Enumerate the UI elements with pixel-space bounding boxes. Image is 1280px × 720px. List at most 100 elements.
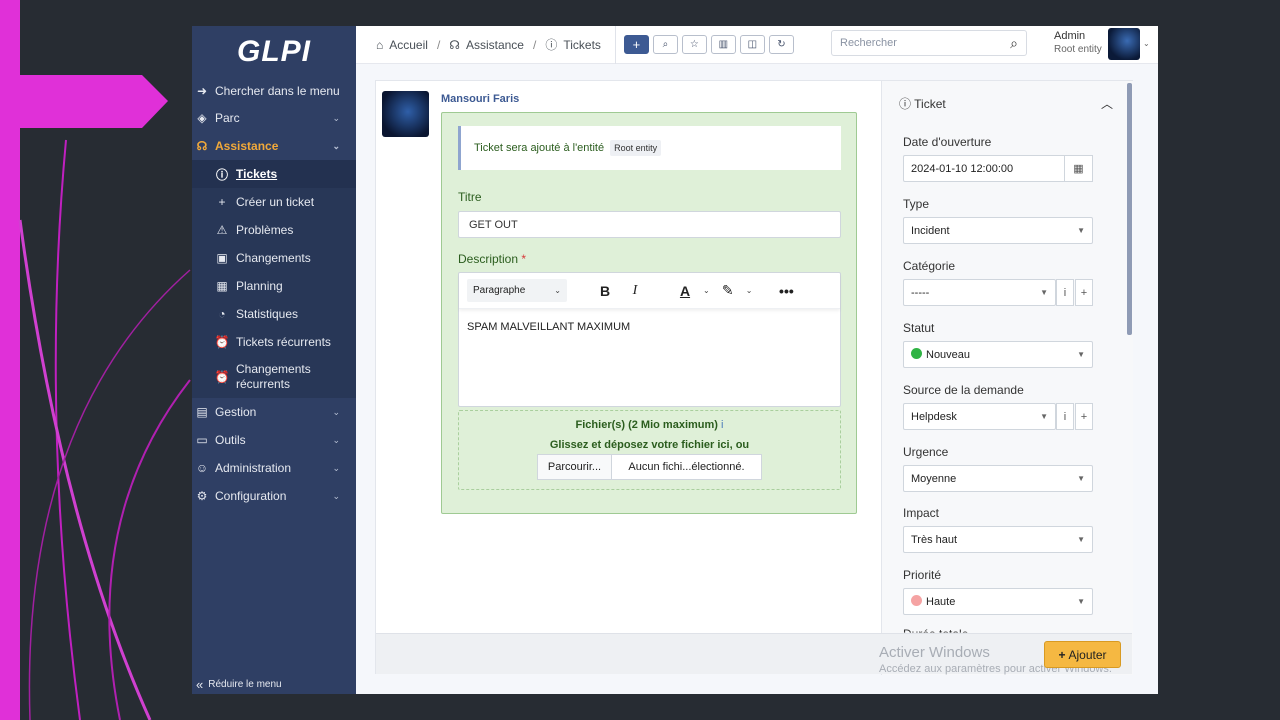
sidebar-item-label: Assistance bbox=[215, 139, 279, 153]
file-dropzone[interactable]: Fichier(s) (2 Mio maximum) i Glissez et … bbox=[458, 410, 841, 490]
chevron-down-icon[interactable]: ⌄ bbox=[1143, 39, 1150, 48]
user-name: Admin bbox=[1054, 30, 1086, 42]
priority-dot-icon bbox=[911, 595, 922, 606]
collapse-menu-button[interactable]: « Réduire le menu bbox=[196, 677, 282, 692]
calendar-icon: ▦ bbox=[216, 279, 228, 293]
sidebar-item-recurrent-changes[interactable]: ⏰ Changements récurrents bbox=[192, 356, 356, 398]
chevron-down-icon[interactable]: ⌄ bbox=[703, 286, 710, 295]
sidebar-item-label: Gestion bbox=[215, 405, 257, 419]
caret-down-icon: ▼ bbox=[1077, 535, 1085, 544]
avatar bbox=[382, 91, 429, 137]
browse-button[interactable]: Parcourir... bbox=[538, 455, 612, 479]
sidebar-item-statistics[interactable]: ◔ Statistiques bbox=[192, 300, 356, 328]
section-title: Ticket bbox=[914, 97, 946, 111]
scrollbar[interactable] bbox=[1127, 83, 1132, 335]
columns-button[interactable]: ◫ bbox=[739, 35, 765, 54]
search-menu[interactable]: ➜ Chercher dans le menu bbox=[192, 78, 356, 104]
editor-toolbar: Paragraphe ⌄ B I A ⌄ ✎ ⌄ ••• bbox=[459, 273, 840, 309]
title-field[interactable]: GET OUT bbox=[458, 211, 841, 238]
bold-icon[interactable]: B bbox=[593, 283, 617, 299]
date-label: Date d'ouverture bbox=[903, 135, 992, 149]
breadcrumb-assistance[interactable]: Assistance bbox=[466, 38, 524, 52]
calendar-icon[interactable]: ▦ bbox=[1064, 155, 1093, 182]
text-color-icon[interactable]: A bbox=[673, 283, 697, 299]
glpi-logo[interactable]: GLPI bbox=[192, 26, 356, 78]
ticket-form: Mansouri Faris Ticket sera ajouté à l'en… bbox=[375, 80, 1133, 675]
alarm-icon: ⏰ bbox=[214, 335, 230, 349]
sidebar-item-recurrent-tickets[interactable]: ⏰ Tickets récurrents bbox=[192, 328, 356, 356]
breadcrumb-separator: / bbox=[436, 37, 441, 52]
star-button[interactable]: ☆ bbox=[681, 35, 707, 54]
arrow-right-icon: ➜ bbox=[196, 84, 208, 98]
priority-select[interactable]: Haute ▼ bbox=[903, 588, 1093, 615]
status-label: Statut bbox=[903, 321, 935, 335]
search-input[interactable]: Rechercher ⌕ bbox=[831, 30, 1027, 56]
user-menu[interactable]: Admin Root entity bbox=[1054, 30, 1102, 56]
wallet-icon: ▤ bbox=[196, 405, 208, 419]
pie-chart-icon: ◔ bbox=[218, 307, 226, 321]
briefcase-icon: ▭ bbox=[196, 433, 208, 447]
caret-down-icon: ▼ bbox=[1077, 226, 1085, 235]
topbar: ⌂ Accueil / ☊ Assistance / ⓘ Tickets + ⌕… bbox=[356, 26, 1158, 64]
sidebar-item-changes[interactable]: ▣ Changements bbox=[192, 244, 356, 272]
ticket-card: Ticket sera ajouté à l'entité Root entit… bbox=[441, 112, 857, 514]
sidebar-item-parc[interactable]: ◈ Parc ⌄ bbox=[192, 104, 356, 132]
italic-icon[interactable]: I bbox=[623, 283, 647, 299]
sidebar-item-planning[interactable]: ▦ Planning bbox=[192, 272, 356, 300]
paragraph-select[interactable]: Paragraphe ⌄ bbox=[467, 279, 567, 302]
caret-down-icon: ▼ bbox=[1040, 288, 1048, 297]
impact-select[interactable]: Très haut ▼ bbox=[903, 526, 1093, 553]
more-icon[interactable]: ••• bbox=[774, 283, 798, 299]
priority-label: Priorité bbox=[903, 568, 942, 582]
file-input[interactable]: Parcourir... Aucun fichi...électionné. bbox=[537, 454, 762, 480]
description-text[interactable]: SPAM MALVEILLANT MAXIMUM bbox=[459, 309, 840, 345]
sidebar-item-gestion[interactable]: ▤ Gestion ⌄ bbox=[192, 398, 356, 426]
sidebar-item-assistance[interactable]: ☊ Assistance ⌄ bbox=[192, 132, 356, 160]
date-value: 2024-01-10 12:00:00 bbox=[911, 162, 1014, 175]
category-label: Catégorie bbox=[903, 259, 956, 273]
source-select[interactable]: Helpdesk ▼ bbox=[903, 403, 1056, 430]
breadcrumb-home[interactable]: Accueil bbox=[389, 38, 428, 52]
chevron-up-icon[interactable]: ︿ bbox=[1101, 95, 1113, 112]
type-select[interactable]: Incident ▼ bbox=[903, 217, 1093, 244]
chevron-down-icon[interactable]: ⌄ bbox=[746, 286, 753, 295]
urgency-select[interactable]: Moyenne ▼ bbox=[903, 465, 1093, 492]
breadcrumb-tickets[interactable]: Tickets bbox=[563, 38, 601, 52]
avatar[interactable] bbox=[1108, 28, 1140, 60]
status-select[interactable]: Nouveau ▼ bbox=[903, 341, 1093, 368]
priority-value: Haute bbox=[926, 596, 956, 608]
add-ticket-button[interactable]: + Ajouter bbox=[1044, 641, 1121, 668]
search-button[interactable]: ⌕ bbox=[652, 35, 678, 54]
headset-icon: ☊ bbox=[449, 37, 460, 52]
category-select[interactable]: ----- ▼ bbox=[903, 279, 1056, 306]
highlighter-icon[interactable]: ✎ bbox=[716, 282, 740, 299]
plus-icon: + bbox=[218, 195, 226, 209]
info-icon[interactable]: i bbox=[1056, 403, 1074, 430]
exclamation-circle-icon: ⓘ bbox=[215, 167, 228, 182]
search-icon: ⌕ bbox=[1010, 34, 1018, 51]
sidebar-item-outils[interactable]: ▭ Outils ⌄ bbox=[192, 426, 356, 454]
files-label-text: Fichier(s) (2 Mio maximum) bbox=[575, 419, 718, 431]
add-button-label: Ajouter bbox=[1068, 647, 1107, 662]
sidebar-item-label: Statistiques bbox=[236, 307, 299, 321]
urgency-value: Moyenne bbox=[911, 472, 957, 485]
sidebar-item-administration[interactable]: ☺ Administration ⌄ bbox=[192, 454, 356, 482]
source-label: Source de la demande bbox=[903, 383, 1024, 397]
add-button[interactable]: + bbox=[623, 35, 649, 54]
sidebar-item-label: Changements récurrents bbox=[236, 362, 311, 391]
history-button[interactable]: ↻ bbox=[768, 35, 794, 54]
impact-value: Très haut bbox=[911, 533, 958, 546]
collapse-menu-label: Réduire le menu bbox=[208, 679, 282, 690]
sidebar-item-problems[interactable]: ⚠ Problèmes bbox=[192, 216, 356, 244]
sidebar-item-create-ticket[interactable]: + Créer un ticket bbox=[192, 188, 356, 216]
caret-down-icon: ▼ bbox=[1077, 474, 1085, 483]
exclamation-circle-icon: ⓘ bbox=[545, 38, 558, 52]
plus-icon[interactable]: + bbox=[1075, 403, 1093, 430]
info-icon[interactable]: i bbox=[1056, 279, 1074, 306]
plus-icon[interactable]: + bbox=[1075, 279, 1093, 306]
sidebar-item-configuration[interactable]: ⚙ Configuration ⌄ bbox=[192, 482, 356, 510]
sidebar-item-tickets[interactable]: ⓘ Tickets bbox=[192, 160, 356, 188]
ticket-section-header[interactable]: ⓘ Ticket ︿ bbox=[882, 81, 1133, 112]
urgency-label: Urgence bbox=[903, 445, 949, 459]
template-button[interactable]: ▥ bbox=[710, 35, 736, 54]
